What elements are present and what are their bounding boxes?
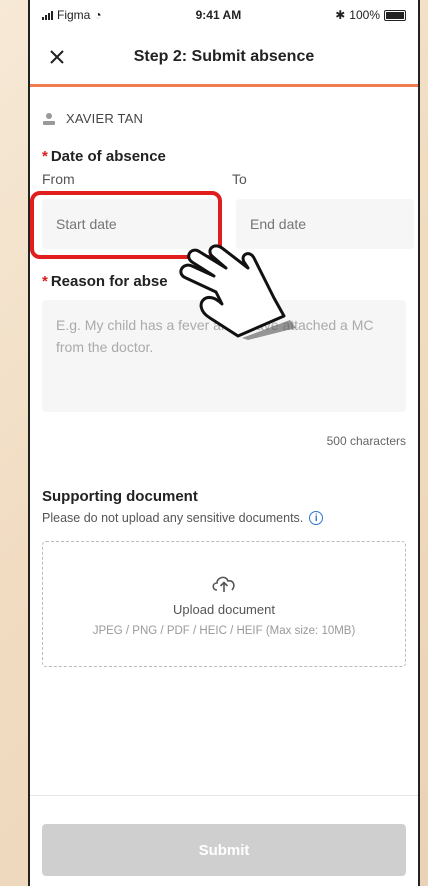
upload-dropzone[interactable]: Upload document JPEG / PNG / PDF / HEIC …	[42, 541, 406, 667]
phone-screen: Figma ◔ 9:41 AM ✱ 100% Step 2: Submit ab…	[28, 0, 420, 886]
character-count: 500 characters	[326, 434, 406, 448]
page-title: Step 2: Submit absence	[133, 48, 315, 65]
user-row: XAVIER TAN	[42, 111, 406, 126]
supporting-document-title: Supporting document	[42, 488, 198, 505]
wifi-icon: ◔	[94, 8, 102, 22]
bluetooth-icon: ✱	[335, 8, 346, 22]
person-icon	[43, 112, 55, 125]
signal-icon	[42, 10, 53, 20]
upload-label: Upload document	[173, 601, 275, 617]
clock: 9:41 AM	[195, 8, 242, 22]
status-bar: Figma ◔ 9:41 AM ✱ 100%	[30, 0, 418, 30]
to-label: To	[232, 171, 247, 187]
app-header: Step 2: Submit absence	[30, 30, 418, 87]
footer-bar: Submit	[30, 795, 418, 886]
upload-formats: JPEG / PNG / PDF / HEIC / HEIF (Max size…	[92, 624, 356, 637]
carrier-label: Figma	[57, 8, 91, 22]
info-icon[interactable]: i	[309, 511, 324, 525]
supporting-document-subtitle: Please do not upload any sensitive docum…	[42, 511, 304, 525]
date-of-absence-label: * Date of absence	[42, 148, 166, 165]
hand-pointer-icon	[179, 244, 296, 340]
close-button[interactable]	[44, 44, 70, 70]
user-name: XAVIER TAN	[66, 111, 144, 126]
from-label: From	[42, 171, 75, 187]
close-icon	[50, 50, 64, 64]
battery-percent: 100%	[349, 8, 380, 22]
cloud-upload-icon	[212, 576, 235, 592]
battery-icon	[384, 9, 406, 21]
submit-button[interactable]: Submit	[42, 824, 406, 876]
